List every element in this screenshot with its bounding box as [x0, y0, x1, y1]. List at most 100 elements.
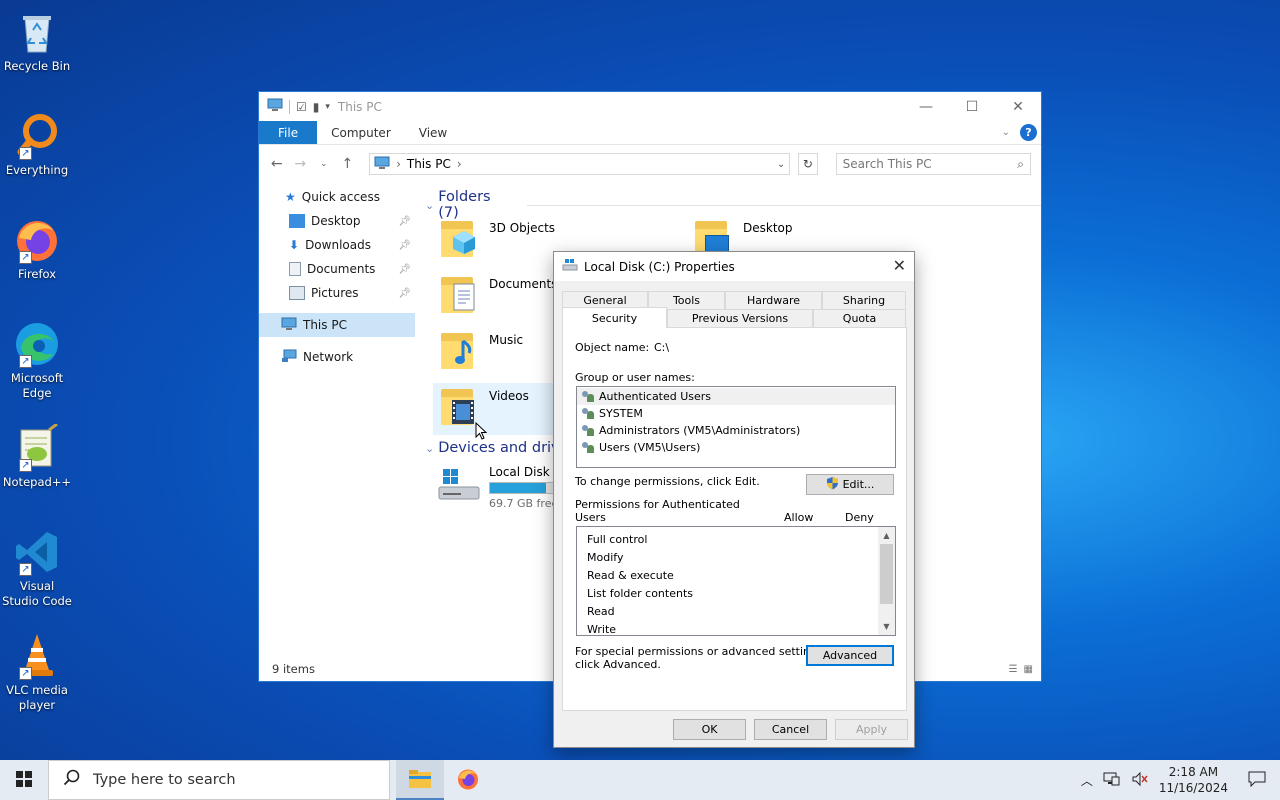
minimize-button[interactable]: — — [903, 92, 949, 121]
desktop-icon-recycle-bin[interactable]: Recycle Bin — [0, 8, 74, 74]
tab-quota[interactable]: Quota — [813, 309, 906, 327]
pin-icon[interactable]: 📌︎ — [398, 264, 411, 275]
hard-drive-windows-icon — [437, 465, 481, 505]
desktop-icon-edge[interactable]: ↗ Microsoft Edge — [0, 320, 74, 401]
nav-item-quick-access[interactable]: ★ Quick access — [259, 185, 415, 209]
window-title: This PC — [337, 99, 382, 114]
tab-file[interactable]: File — [259, 121, 318, 144]
taskbar-file-explorer[interactable] — [396, 760, 444, 800]
firefox-icon — [456, 767, 480, 794]
videos-folder-icon — [437, 383, 481, 427]
nav-item-documents[interactable]: Documents 📌︎ — [259, 257, 415, 281]
show-hidden-icons-chevron-icon[interactable]: ︿ — [1081, 772, 1093, 789]
allow-column-header: Allow — [784, 511, 814, 524]
taskbar-firefox[interactable] — [444, 760, 492, 800]
close-button[interactable]: ✕ — [995, 92, 1041, 121]
nav-item-desktop[interactable]: Desktop 📌︎ — [259, 209, 415, 233]
desktop-icon-notepadpp[interactable]: ↗ Notepad++ — [0, 422, 74, 490]
tab-hardware[interactable]: Hardware — [725, 291, 822, 309]
desktop-icon-label: Recycle Bin — [3, 59, 71, 73]
user-item-system[interactable]: SYSTEM — [577, 405, 895, 422]
desktop-icon-label: Firefox — [17, 267, 57, 281]
permissions-list[interactable]: Full control Modify Read & execute List … — [576, 526, 896, 636]
new-folder-icon[interactable]: ▮ — [313, 100, 320, 114]
deny-column-header: Deny — [845, 511, 874, 524]
dialog-close-button[interactable]: ✕ — [893, 256, 906, 275]
pin-icon[interactable]: 📌︎ — [398, 240, 411, 251]
shortcut-arrow-icon: ↗ — [19, 147, 32, 160]
breadcrumb-separator-icon[interactable]: › — [457, 157, 462, 171]
volume-muted-icon[interactable] — [1131, 771, 1149, 790]
permissions-scrollbar[interactable]: ▲ ▼ — [878, 527, 895, 635]
ok-button[interactable]: OK — [673, 719, 746, 740]
desktop-icon-firefox[interactable]: ↗ Firefox — [0, 216, 74, 282]
scroll-down-icon[interactable]: ▼ — [878, 618, 895, 635]
start-button[interactable] — [0, 760, 48, 800]
advanced-button[interactable]: Advanced — [806, 645, 894, 666]
forward-arrow-icon[interactable]: → — [293, 156, 309, 172]
nav-item-downloads[interactable]: ⬇ Downloads 📌︎ — [259, 233, 415, 257]
3d-objects-folder-icon — [437, 215, 481, 259]
user-item-users[interactable]: Users (VM5\Users) — [577, 439, 895, 456]
nav-item-pictures[interactable]: Pictures 📌︎ — [259, 281, 415, 305]
expand-ribbon-chevron-icon[interactable]: ⌄ — [1002, 127, 1010, 138]
desktop-icon-everything[interactable]: ↗ Everything — [0, 112, 74, 178]
cancel-button[interactable]: Cancel — [754, 719, 827, 740]
edit-button[interactable]: Edit... — [806, 474, 894, 495]
nav-item-network[interactable]: Network — [259, 345, 415, 369]
user-group-icon — [581, 441, 595, 454]
desktop-icon-vscode[interactable]: ↗ Visual Studio Code — [0, 528, 74, 609]
shortcut-arrow-icon: ↗ — [19, 355, 32, 368]
customize-chevron-icon[interactable]: ▾ — [325, 102, 330, 112]
refresh-button[interactable]: ↻ — [798, 153, 818, 175]
tab-security[interactable]: Security — [562, 307, 667, 328]
search-icon — [63, 769, 81, 791]
refresh-icon: ↻ — [802, 157, 813, 171]
permission-row: Full control — [587, 532, 648, 546]
tab-previous-versions[interactable]: Previous Versions — [667, 309, 813, 327]
star-icon: ★ — [285, 190, 296, 204]
folder-label: Documents — [489, 277, 558, 291]
tab-computer[interactable]: Computer — [317, 121, 405, 144]
breadcrumb-separator-icon[interactable]: › — [396, 157, 401, 171]
recent-locations-chevron-icon[interactable]: ⌄ — [316, 159, 332, 169]
folder-label: Desktop — [743, 221, 793, 235]
tab-sharing[interactable]: Sharing — [822, 291, 906, 309]
search-input[interactable]: Search This PC ⌕ — [835, 153, 1031, 175]
back-arrow-icon[interactable]: ← — [269, 156, 285, 172]
clock[interactable]: 2:18 AM 11/16/2024 — [1159, 764, 1228, 796]
address-bar[interactable]: › This PC › ⌄ — [369, 153, 791, 175]
breadcrumb-this-pc[interactable]: This PC — [407, 157, 451, 171]
user-item-administrators[interactable]: Administrators (VM5\Administrators) — [577, 422, 895, 439]
help-icon[interactable]: ? — [1020, 124, 1037, 141]
properties-check-icon[interactable]: ☑ — [296, 100, 307, 114]
shortcut-arrow-icon: ↗ — [19, 251, 32, 264]
vlc-icon: ↗ — [13, 632, 61, 680]
pin-icon[interactable]: 📌︎ — [398, 216, 411, 227]
address-dropdown-icon[interactable]: ⌄ — [777, 159, 785, 170]
user-group-icon — [581, 407, 595, 420]
explorer-titlebar[interactable]: ☑ ▮ ▾ This PC — ☐ ✕ — [259, 92, 1041, 121]
scroll-thumb[interactable] — [880, 544, 893, 604]
nav-item-this-pc[interactable]: This PC — [259, 313, 415, 337]
item-count: 9 items — [272, 662, 315, 676]
scroll-up-icon[interactable]: ▲ — [878, 527, 895, 544]
notifications-icon[interactable] — [1248, 771, 1266, 790]
network-status-icon[interactable] — [1103, 771, 1121, 790]
details-view-icon[interactable]: ☰ — [1009, 664, 1018, 675]
user-list[interactable]: Authenticated Users SYSTEM Administrator… — [576, 386, 896, 468]
tab-view[interactable]: View — [405, 121, 461, 144]
maximize-button[interactable]: ☐ — [949, 92, 995, 121]
tab-row-bottom: Security Previous Versions Quota — [562, 307, 906, 328]
desktop-icon-vlc[interactable]: ↗ VLC media player — [0, 632, 74, 713]
user-item-authenticated-users[interactable]: Authenticated Users — [577, 388, 895, 405]
up-arrow-icon[interactable]: ↑ — [340, 156, 356, 172]
large-icons-view-icon[interactable]: ▦ — [1024, 664, 1033, 675]
special-permissions-text-line2: click Advanced. — [575, 658, 661, 671]
dialog-titlebar[interactable]: Local Disk (C:) Properties ✕ — [554, 252, 914, 281]
apply-button[interactable]: Apply — [835, 719, 908, 740]
taskbar-search-box[interactable]: Type here to search — [48, 760, 390, 800]
user-name: Authenticated Users — [599, 390, 712, 403]
pin-icon[interactable]: 📌︎ — [398, 288, 411, 299]
desktop-folder-icon — [289, 214, 305, 228]
